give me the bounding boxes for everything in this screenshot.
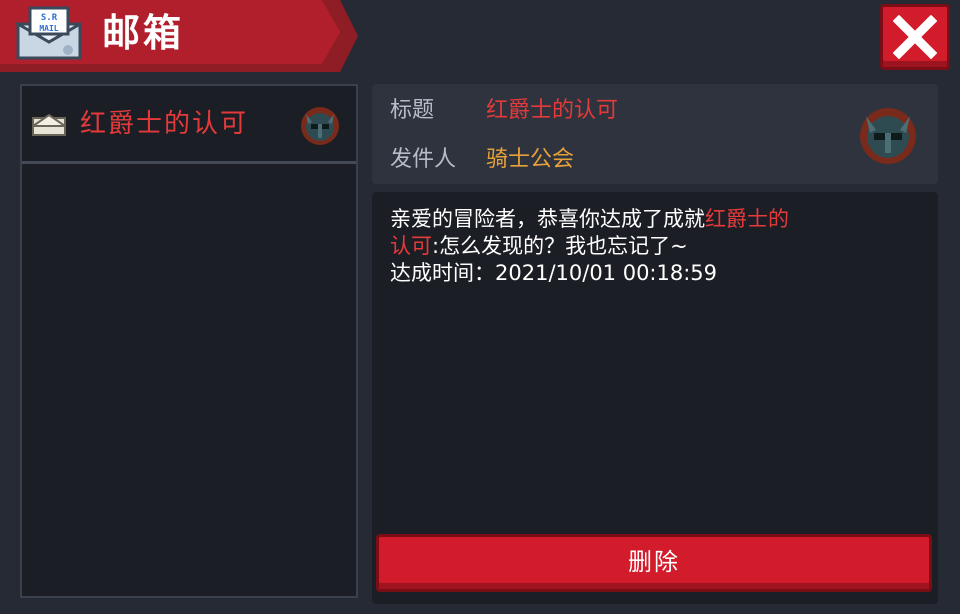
- svg-text:MAIL: MAIL: [39, 24, 58, 33]
- sender-value: 骑士公会: [486, 147, 575, 172]
- achieved-time: 达成时间：2021/10/01 00:18:59: [390, 261, 718, 285]
- body-line1: 亲爱的冒险者，恭喜你达成了成就: [390, 207, 705, 231]
- envelope-icon: [29, 113, 69, 136]
- mailbox-icon: S.R MAIL: [12, 6, 86, 60]
- close-button[interactable]: [880, 4, 950, 70]
- mail-subject: 红爵士的认可: [80, 109, 249, 139]
- knight-helmet-icon: [858, 106, 918, 166]
- mail-list: 红爵士的认可: [20, 84, 358, 598]
- svg-text:S.R: S.R: [41, 13, 58, 23]
- close-icon: [893, 15, 937, 59]
- mail-header: 标题 红爵士的认可 发件人 骑士公会: [372, 84, 938, 184]
- body-line2: :怎么发现的？我也忘记了~: [432, 234, 688, 258]
- delete-button[interactable]: 删除: [376, 534, 932, 592]
- achievement-name: 红爵士的: [705, 207, 789, 231]
- list-item[interactable]: 红爵士的认可: [22, 86, 356, 164]
- subject-value: 红爵士的认可: [486, 98, 619, 123]
- sender-label: 发件人: [390, 147, 457, 172]
- knight-helmet-icon: [300, 106, 340, 146]
- mail-body-text: 亲爱的冒险者，恭喜你达成了成就红爵士的 认可:怎么发现的？我也忘记了~ 达成时间…: [390, 206, 920, 287]
- achievement-name-cont: 认可: [390, 234, 432, 258]
- subject-label: 标题: [390, 98, 435, 123]
- window-title: 邮箱: [102, 11, 185, 55]
